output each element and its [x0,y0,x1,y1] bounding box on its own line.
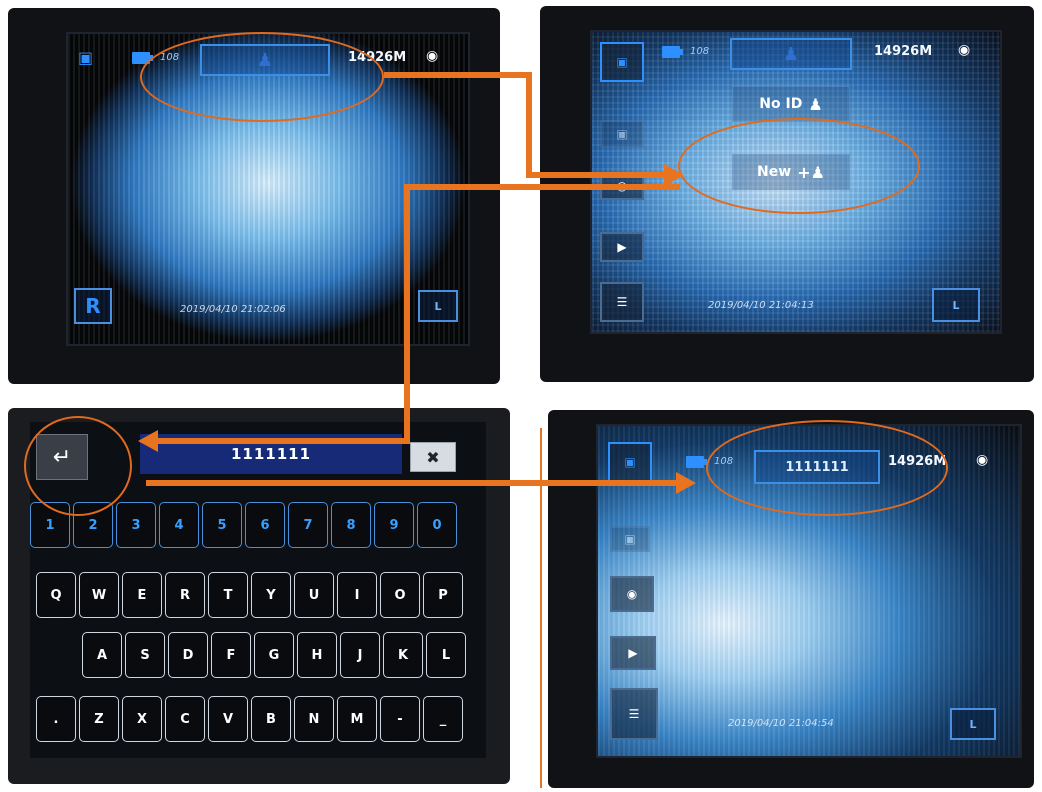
backspace-button[interactable]: ✖ [410,442,456,472]
video-button[interactable]: ◉ [610,576,654,612]
key-f[interactable]: F [211,632,251,678]
key-underscore[interactable]: _ [423,696,463,742]
key-u[interactable]: U [294,572,334,618]
key-g[interactable]: G [254,632,294,678]
key-z[interactable]: Z [79,696,119,742]
menu-button[interactable]: ☰ [600,282,644,322]
key-s[interactable]: S [125,632,165,678]
battery-icon [662,46,683,58]
snapshot-button[interactable]: ▣ [600,120,644,148]
timestamp: 2019/04/10 21:02:06 [180,304,286,315]
menu-item-label: No ID [759,96,803,112]
backspace-icon: ✖ [426,447,440,467]
highlight-ellipse-new [678,118,920,214]
key-8[interactable]: 8 [331,502,371,548]
highlight-ellipse-enter [24,416,132,516]
photo-mode-button[interactable]: ▣ [608,442,652,482]
key-l[interactable]: L [426,632,466,678]
arrow-segment [158,438,410,444]
r-badge[interactable]: R [74,288,112,324]
id-selector-button[interactable]: ♟ [730,38,852,70]
play-button[interactable]: ▶ [600,232,644,262]
divider-line [540,428,542,788]
battery-icon [686,456,707,468]
shot-count: 108 [690,46,710,57]
play-button[interactable]: ▶ [610,636,656,670]
arrow-segment [404,184,680,190]
arrow-segment [404,184,410,444]
key-a[interactable]: A [82,632,122,678]
key-k[interactable]: K [383,632,423,678]
key-3[interactable]: 3 [116,502,156,548]
key-m[interactable]: M [337,696,377,742]
key-y[interactable]: Y [251,572,291,618]
key-n[interactable]: N [294,696,334,742]
person-icon: ♟ [782,43,800,65]
highlight-ellipse-result [706,420,948,516]
menu-button[interactable]: ☰ [610,688,658,740]
l-badge[interactable]: L [418,290,458,322]
eye-icon[interactable]: ◉ [958,42,970,58]
key-0[interactable]: 0 [417,502,457,548]
photo-mode-button[interactable]: ▣ [600,42,644,82]
eye-icon[interactable]: ◉ [426,48,438,64]
key-j[interactable]: J [340,632,380,678]
key-i[interactable]: I [337,572,377,618]
arrow-head [664,164,684,186]
key-h[interactable]: H [297,632,337,678]
key-o[interactable]: O [380,572,420,618]
key-9[interactable]: 9 [374,502,414,548]
person-icon: ♟ [808,94,823,114]
key-6[interactable]: 6 [245,502,285,548]
key-w[interactable]: W [79,572,119,618]
key-4[interactable]: 4 [159,502,199,548]
snapshot-button[interactable]: ▣ [610,526,650,552]
key-p[interactable]: P [423,572,463,618]
memory-remaining: 14926M [874,44,933,59]
key-v[interactable]: V [208,696,248,742]
key-q[interactable]: Q [36,572,76,618]
key-x[interactable]: X [122,696,162,742]
key-dash[interactable]: - [380,696,420,742]
l-badge[interactable]: L [932,288,980,322]
arrow-head [138,430,158,452]
camera-icon[interactable]: ▣ [78,48,93,67]
arrow-segment [526,72,532,178]
no-id-option[interactable]: No ID ♟ [732,86,850,122]
l-badge[interactable]: L [950,708,996,740]
timestamp: 2019/04/10 21:04:54 [728,718,834,729]
key-b[interactable]: B [251,696,291,742]
key-5[interactable]: 5 [202,502,242,548]
arrow-head [676,472,696,494]
highlight-ellipse-id [140,32,384,122]
timestamp: 2019/04/10 21:04:13 [708,300,814,311]
key-period[interactable]: . [36,696,76,742]
key-c[interactable]: C [165,696,205,742]
arrow-segment [384,72,532,78]
key-7[interactable]: 7 [288,502,328,548]
arrow-segment [146,480,678,486]
key-d[interactable]: D [168,632,208,678]
key-e[interactable]: E [122,572,162,618]
eye-icon[interactable]: ◉ [976,452,988,468]
key-r[interactable]: R [165,572,205,618]
arrow-segment [526,172,664,178]
key-t[interactable]: T [208,572,248,618]
